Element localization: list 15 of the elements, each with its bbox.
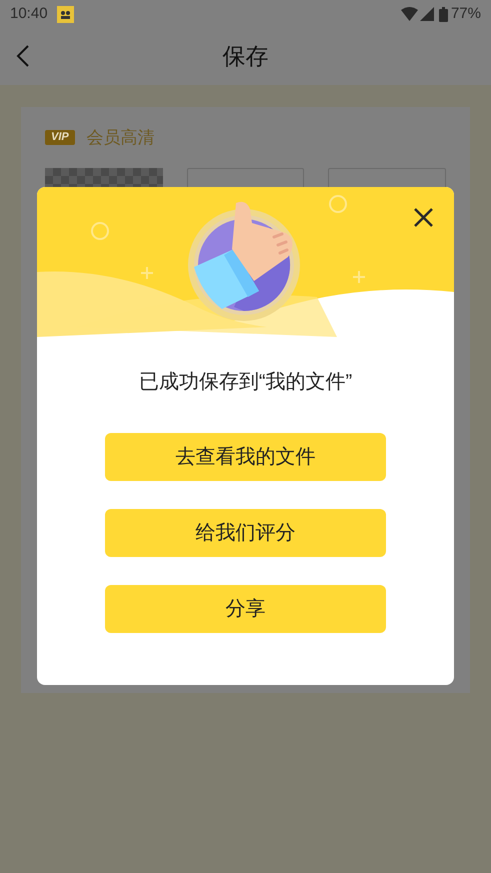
battery-percent: 77% bbox=[450, 4, 481, 24]
battery-icon bbox=[438, 6, 448, 22]
close-icon[interactable] bbox=[414, 208, 433, 227]
success-message: 已成功保存到“我的文件” bbox=[138, 370, 352, 395]
back-icon[interactable] bbox=[16, 45, 30, 67]
action-button[interactable]: 分享 bbox=[105, 585, 386, 633]
action-button[interactable]: 去查看我的文件 bbox=[105, 433, 386, 481]
status-time: 10:40 bbox=[10, 4, 48, 24]
section-title: 会员高清 bbox=[86, 127, 155, 149]
page-title: 保存 bbox=[222, 42, 268, 72]
signal-icon bbox=[420, 7, 434, 21]
app-notification-icon bbox=[56, 6, 74, 22]
action-button[interactable]: 给我们评分 bbox=[105, 509, 386, 557]
vip-badge: VIP bbox=[45, 130, 75, 146]
wifi-icon bbox=[400, 7, 418, 21]
